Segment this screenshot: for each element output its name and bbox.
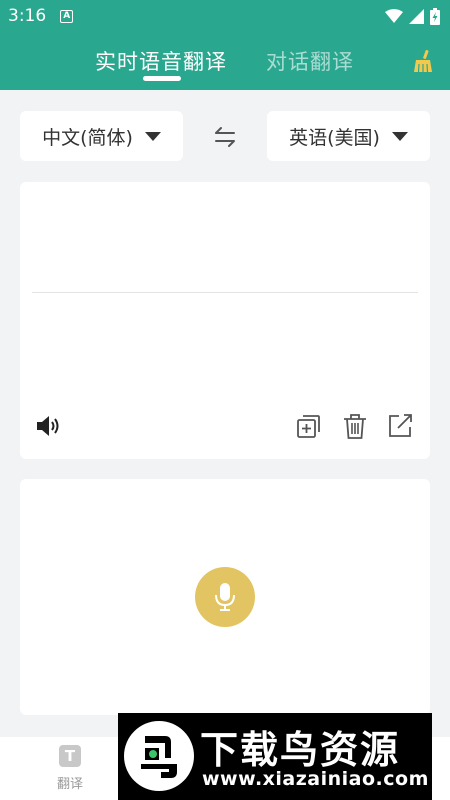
target-language-select[interactable]: 英语(美国) [267, 111, 430, 161]
source-language-label: 中文(简体) [42, 126, 133, 149]
status-bar: 3:16 A [0, 0, 450, 32]
source-text-area[interactable] [32, 192, 418, 287]
watermark-title: 下载鸟资源 [200, 728, 401, 772]
tab-realtime-voice-translation[interactable]: 实时语音翻译 [95, 46, 227, 76]
active-tab-indicator [143, 76, 181, 81]
speaker-icon[interactable] [34, 412, 62, 440]
translate-t-icon: T [59, 745, 81, 767]
share-icon[interactable] [386, 412, 414, 440]
chevron-down-icon [391, 131, 408, 141]
bird-logo-icon [124, 721, 194, 791]
nav-item-translate[interactable]: T 翻译 [48, 745, 92, 792]
microphone-button[interactable] [195, 567, 255, 627]
battery-icon [430, 7, 440, 25]
notification-badge-icon: A [60, 9, 74, 23]
microphone-icon [215, 583, 235, 611]
status-time: 3:16 [8, 6, 47, 26]
chevron-down-icon [144, 131, 161, 141]
tab-dialog-translation[interactable]: 对话翻译 [266, 46, 354, 76]
copy-add-icon[interactable] [295, 412, 323, 440]
translated-text-area [32, 300, 418, 400]
swap-arrows-icon[interactable] [210, 124, 240, 150]
nav-item-label: 翻译 [56, 777, 83, 792]
translation-text-card [20, 182, 430, 459]
text-divider [32, 292, 418, 293]
voice-input-card [20, 479, 430, 715]
trash-icon[interactable] [341, 412, 369, 440]
app-header: 实时语音翻译 对话翻译 [0, 32, 450, 90]
wifi-icon [385, 8, 403, 23]
watermark-overlay: 下载鸟资源 www.xiazainiao.com [118, 713, 432, 800]
watermark-url: www.xiazainiao.com [202, 768, 429, 790]
broom-icon[interactable] [411, 49, 435, 73]
target-language-label: 英语(美国) [289, 126, 380, 149]
signal-icon [409, 8, 424, 24]
source-language-select[interactable]: 中文(简体) [20, 111, 183, 161]
